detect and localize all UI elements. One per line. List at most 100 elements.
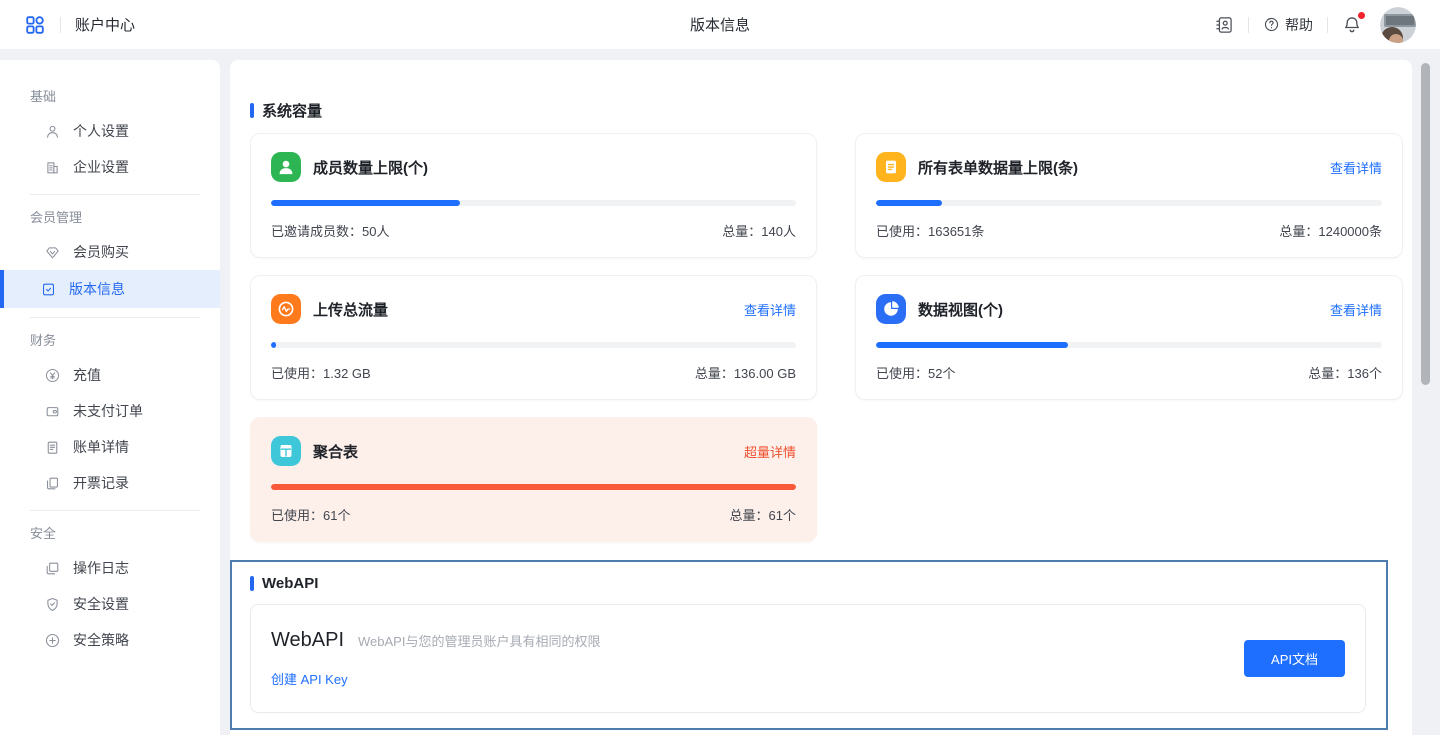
capacity-card: 成员数量上限(个) 已邀请成员数：50人 总量：140人 [250,133,817,258]
capacity-card: 聚合表 超量详情 已使用：61个 总量：61个 [250,417,817,542]
capacity-card: 数据视图(个) 查看详情 已使用：52个 总量：136个 [855,275,1403,400]
avatar-image [1380,7,1416,43]
section-title-bar [250,103,254,118]
sidebar-item-gem[interactable]: 会员购买 [0,234,220,270]
sidebar-item-label: 未支付订单 [73,401,143,421]
card-title: 所有表单数据量上限(条) [918,157,1078,178]
sidebar-item-invoice[interactable]: 开票记录 [0,465,220,501]
card-total-label: 总量：61个 [730,505,796,524]
building-icon [44,159,61,176]
card-glyph [275,440,297,462]
sidebar-group-title: 会员管理 [0,197,220,234]
card-total-label: 总量：136个 [1308,363,1382,382]
webapi-name: WebAPI [271,629,344,652]
sidebar-group-items: 充值 未支付订单 账单详情 开票记录 [0,357,220,501]
sidebar-divider [30,510,200,511]
contacts-icon[interactable] [1214,15,1234,35]
invoice-icon [44,475,61,492]
gem-icon [44,244,61,261]
notification-dot [1358,12,1365,19]
progress-fill [271,342,276,348]
header-divider [1327,17,1328,33]
progress-track [271,342,796,348]
sidebar-group-title: 财务 [0,320,220,357]
progress-fill [271,200,460,206]
sidebar-item-shield[interactable]: 安全设置 [0,586,220,622]
progress-track [271,200,796,206]
sidebar-item-wallet[interactable]: 未支付订单 [0,393,220,429]
bill-icon [44,439,61,456]
progress-track [876,342,1382,348]
avatar[interactable] [1380,7,1416,43]
card-glyph [275,156,297,178]
vertical-scrollbar[interactable] [1421,63,1430,385]
webapi-card: WebAPI WebAPI与您的管理员账户具有相同的权限 创建 API Key … [250,604,1366,713]
progress-fill [876,342,1068,348]
capacity-card: 所有表单数据量上限(条) 查看详情 已使用：163651条 总量：1240000… [855,133,1403,258]
sidebar-item-log[interactable]: 操作日志 [0,550,220,586]
top-header: 账户中心 版本信息 帮助 [0,0,1440,50]
card-total-label: 总量：1240000条 [1279,221,1382,240]
card-detail-link[interactable]: 查看详情 [1330,300,1382,319]
sidebar-item-user[interactable]: 个人设置 [0,113,220,149]
shield-icon [44,596,61,613]
card-detail-link[interactable]: 超量详情 [744,442,796,461]
help-icon [1263,16,1280,33]
card-glyph [880,298,902,320]
card-used-label: 已使用：163651条 [876,221,984,240]
progress-track [271,484,796,490]
help-label: 帮助 [1285,15,1313,35]
card-glyph [880,156,902,178]
user-icon [44,123,61,140]
app-title: 账户中心 [75,14,135,35]
webapi-description: WebAPI与您的管理员账户具有相同的权限 [358,631,600,650]
sidebar-item-label: 安全策略 [73,630,129,650]
app-grid-icon[interactable] [24,14,46,36]
sidebar-item-label: 企业设置 [73,157,129,177]
card-title: 上传总流量 [313,299,388,320]
webapi-section-title: WebAPI [262,575,318,592]
aggregate-icon [271,436,301,466]
sidebar-divider [30,194,200,195]
sidebar-item-bill[interactable]: 账单详情 [0,429,220,465]
sidebar-item-policy[interactable]: 安全策略 [0,622,220,658]
card-total-label: 总量：136.00 GB [695,363,796,382]
sidebar-item-recharge[interactable]: 充值 [0,357,220,393]
log-icon [44,560,61,577]
webapi-section: WebAPI WebAPI WebAPI与您的管理员账户具有相同的权限 创建 A… [230,560,1388,730]
sidebar-item-version[interactable]: 版本信息 [0,270,220,308]
wallet-icon [44,403,61,420]
sidebar-item-label: 充值 [73,365,101,385]
version-icon [40,281,57,298]
card-used-label: 已使用：61个 [271,505,350,524]
capacity-grid: 成员数量上限(个) 已邀请成员数：50人 总量：140人 所有表单数据量上限(条… [250,133,1412,542]
recharge-icon [44,367,61,384]
card-glyph [275,298,297,320]
sidebar-group-title: 安全 [0,513,220,550]
card-used-label: 已使用：52个 [876,363,955,382]
form-icon [876,152,906,182]
policy-icon [44,632,61,649]
card-title: 数据视图(个) [918,299,1003,320]
capacity-card: 上传总流量 查看详情 已使用：1.32 GB 总量：136.00 GB [250,275,817,400]
help-button[interactable]: 帮助 [1263,15,1313,35]
api-doc-button[interactable]: API文档 [1244,640,1345,677]
notifications-button[interactable] [1342,15,1362,35]
section-title: 系统容量 [262,100,322,121]
traffic-icon [271,294,301,324]
sidebar-item-label: 版本信息 [69,279,125,299]
progress-track [876,200,1382,206]
main-panel: 系统容量 成员数量上限(个) 已邀请成员数：50人 总量：140人 所有表单数据… [230,60,1412,735]
sidebar-item-building[interactable]: 企业设置 [0,149,220,185]
card-total-label: 总量：140人 [722,221,796,240]
card-used-label: 已使用：1.32 GB [271,363,371,382]
capacity-section: 系统容量 成员数量上限(个) 已邀请成员数：50人 总量：140人 所有表单数据… [230,60,1412,542]
sidebar-item-label: 会员购买 [73,242,129,262]
sidebar-item-label: 账单详情 [73,437,129,457]
sidebar-divider [30,317,200,318]
sidebar-nav: 基础 个人设置 企业设置 会员管理 会员购买 版本信息 财务 充值 未支付订单 … [0,60,220,735]
create-api-key-link[interactable]: 创建 API Key [271,669,600,688]
card-detail-link[interactable]: 查看详情 [744,300,796,319]
member-icon [271,152,301,182]
card-detail-link[interactable]: 查看详情 [1330,158,1382,177]
